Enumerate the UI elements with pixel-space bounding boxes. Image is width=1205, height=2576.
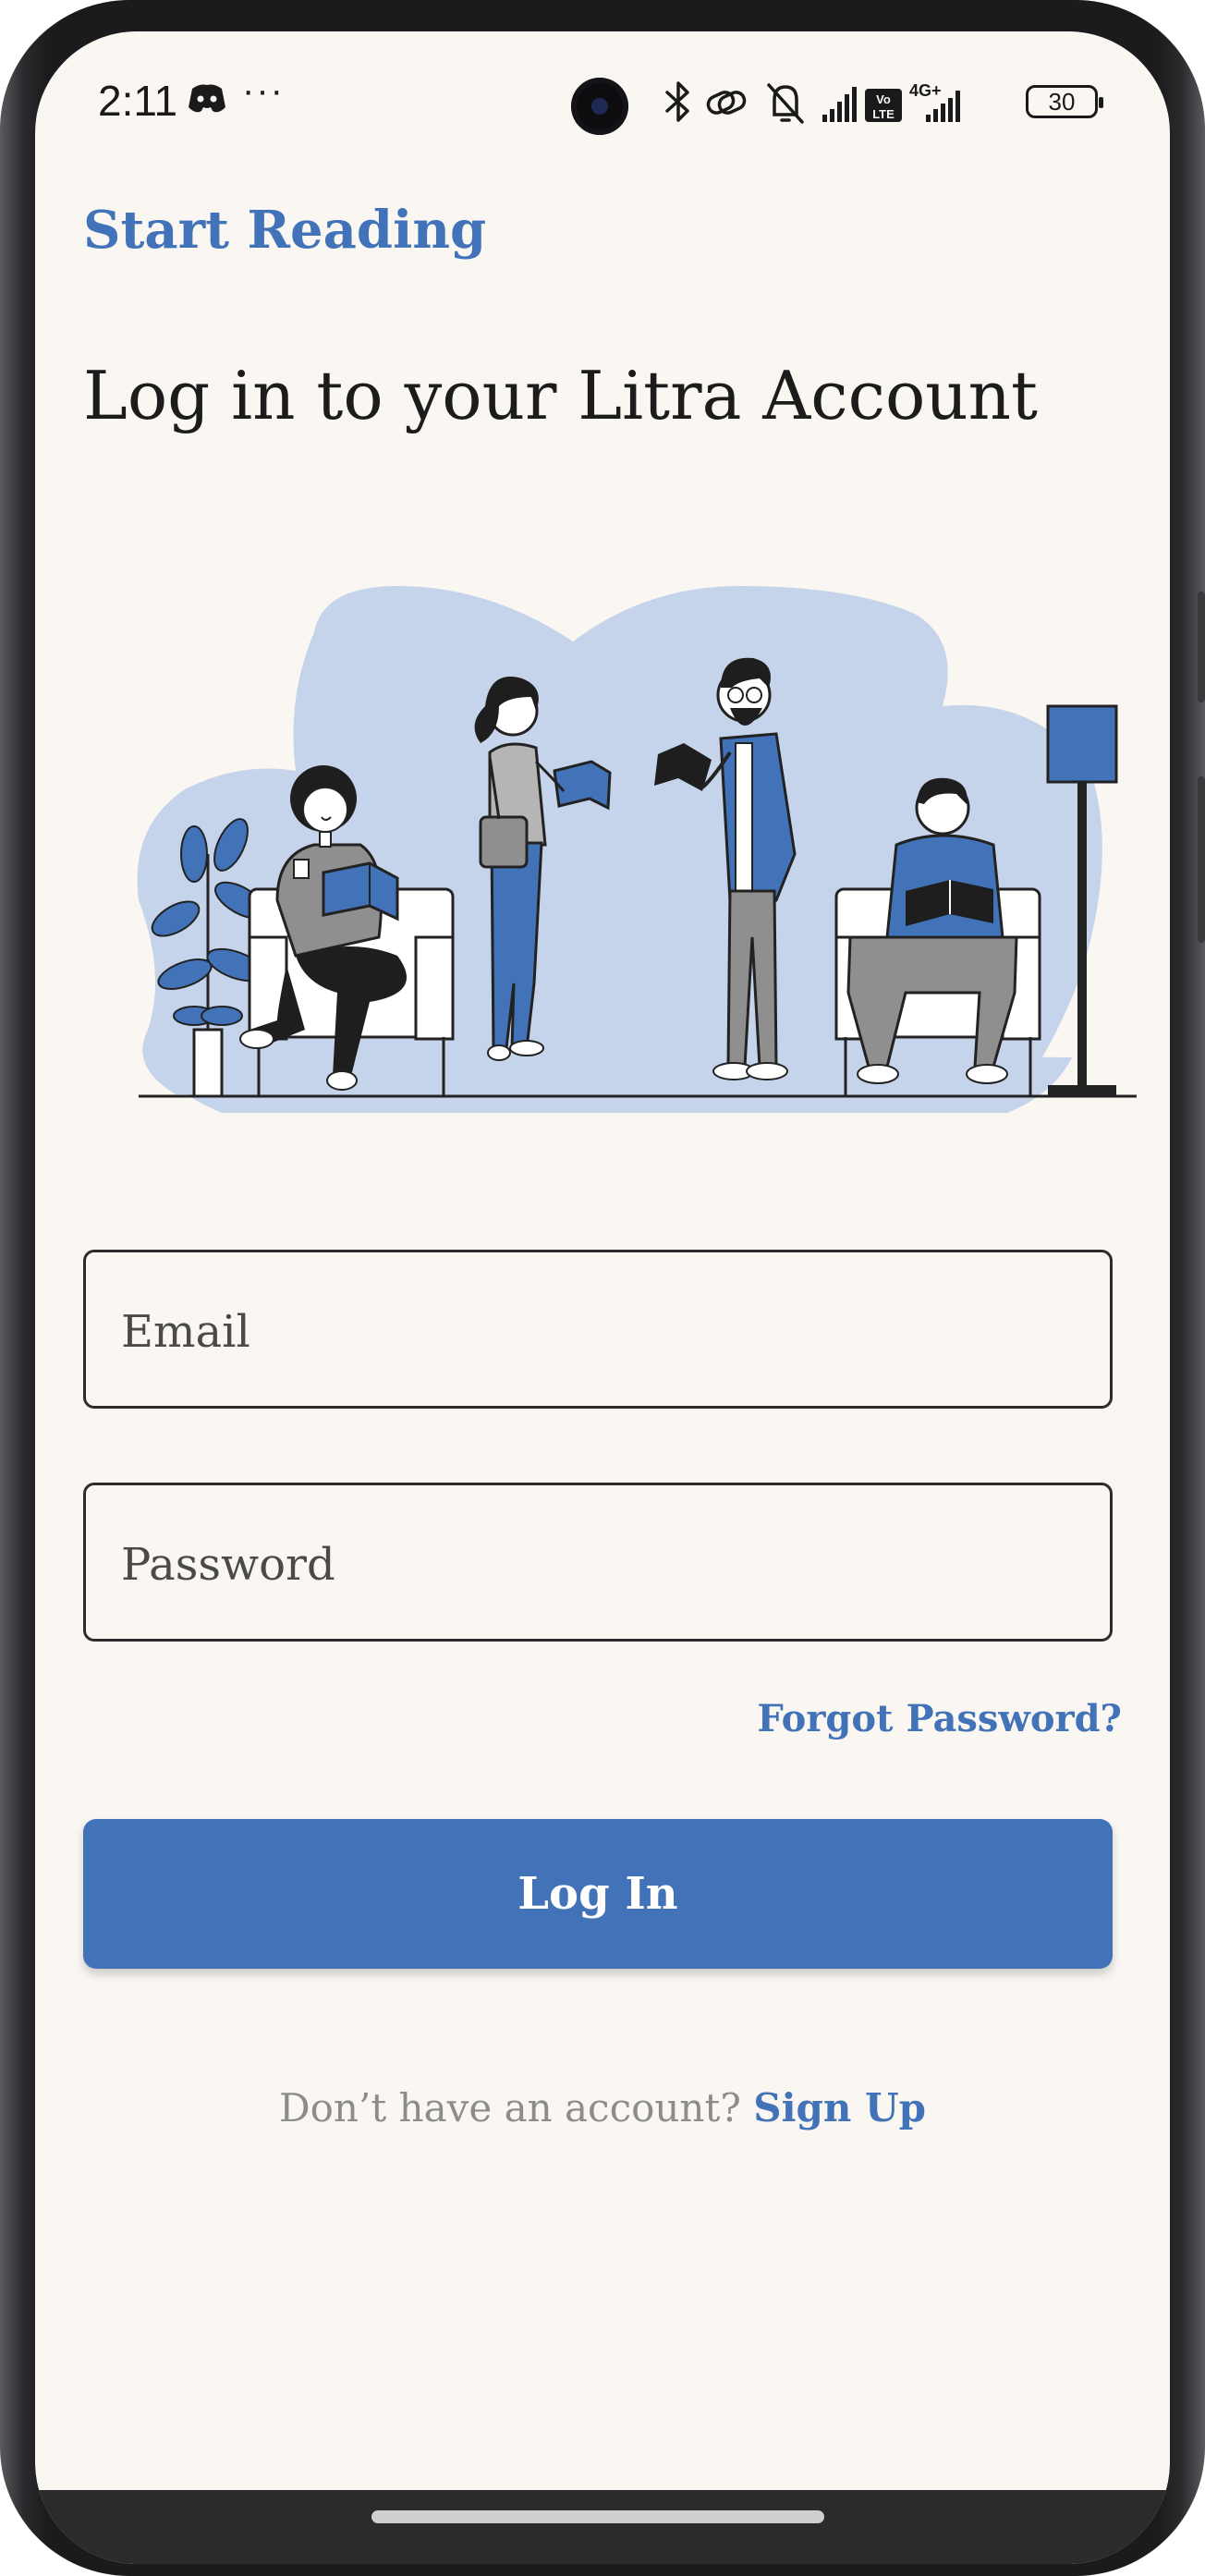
status-bar: 2:11 ··· Vo LTE 4G+ 30 bbox=[35, 31, 1170, 170]
phone-frame: 2:11 ··· Vo LTE 4G+ 30 Start Reading Log… bbox=[0, 0, 1205, 2576]
status-icons: Vo LTE 4G+ bbox=[665, 81, 960, 124]
readers-illustration bbox=[137, 586, 1137, 1113]
forgot-password-link[interactable]: Forgot Password? bbox=[757, 1697, 1122, 1740]
password-field[interactable]: Password bbox=[83, 1483, 1113, 1642]
page-title: Log in to your Litra Account bbox=[83, 357, 1038, 434]
svg-text:Vo: Vo bbox=[876, 92, 891, 106]
login-button[interactable]: Log In bbox=[83, 1819, 1113, 1969]
svg-text:4G+: 4G+ bbox=[909, 81, 942, 100]
brand-title[interactable]: Start Reading bbox=[83, 200, 486, 261]
volume-button bbox=[1198, 592, 1205, 702]
signal-icon bbox=[822, 87, 857, 122]
bluetooth-icon bbox=[665, 81, 689, 122]
discord-icon bbox=[189, 84, 225, 113]
overflow-dots: ··· bbox=[242, 70, 285, 111]
system-nav-bar bbox=[35, 2490, 1170, 2564]
link-icon bbox=[706, 91, 747, 115]
volte-icon: Vo LTE bbox=[865, 89, 902, 122]
home-indicator[interactable] bbox=[371, 2510, 824, 2523]
front-camera bbox=[571, 78, 628, 135]
bell-off-icon bbox=[767, 83, 804, 124]
screen: 2:11 ··· Vo LTE 4G+ 30 Start Reading Log… bbox=[35, 31, 1170, 2564]
signup-prompt: Don’t have an account? bbox=[278, 2085, 754, 2130]
signup-row: Don’t have an account? Sign Up bbox=[35, 2085, 1170, 2130]
svg-text:LTE: LTE bbox=[872, 107, 895, 121]
status-time: 2:11 bbox=[98, 77, 178, 125]
password-placeholder: Password bbox=[121, 1539, 335, 1591]
battery-icon: 30 bbox=[1026, 85, 1103, 118]
power-button bbox=[1198, 776, 1205, 943]
4g-signal-icon: 4G+ bbox=[909, 81, 960, 122]
signup-link[interactable]: Sign Up bbox=[753, 2085, 926, 2130]
email-placeholder: Email bbox=[121, 1306, 250, 1358]
email-field[interactable]: Email bbox=[83, 1250, 1113, 1409]
